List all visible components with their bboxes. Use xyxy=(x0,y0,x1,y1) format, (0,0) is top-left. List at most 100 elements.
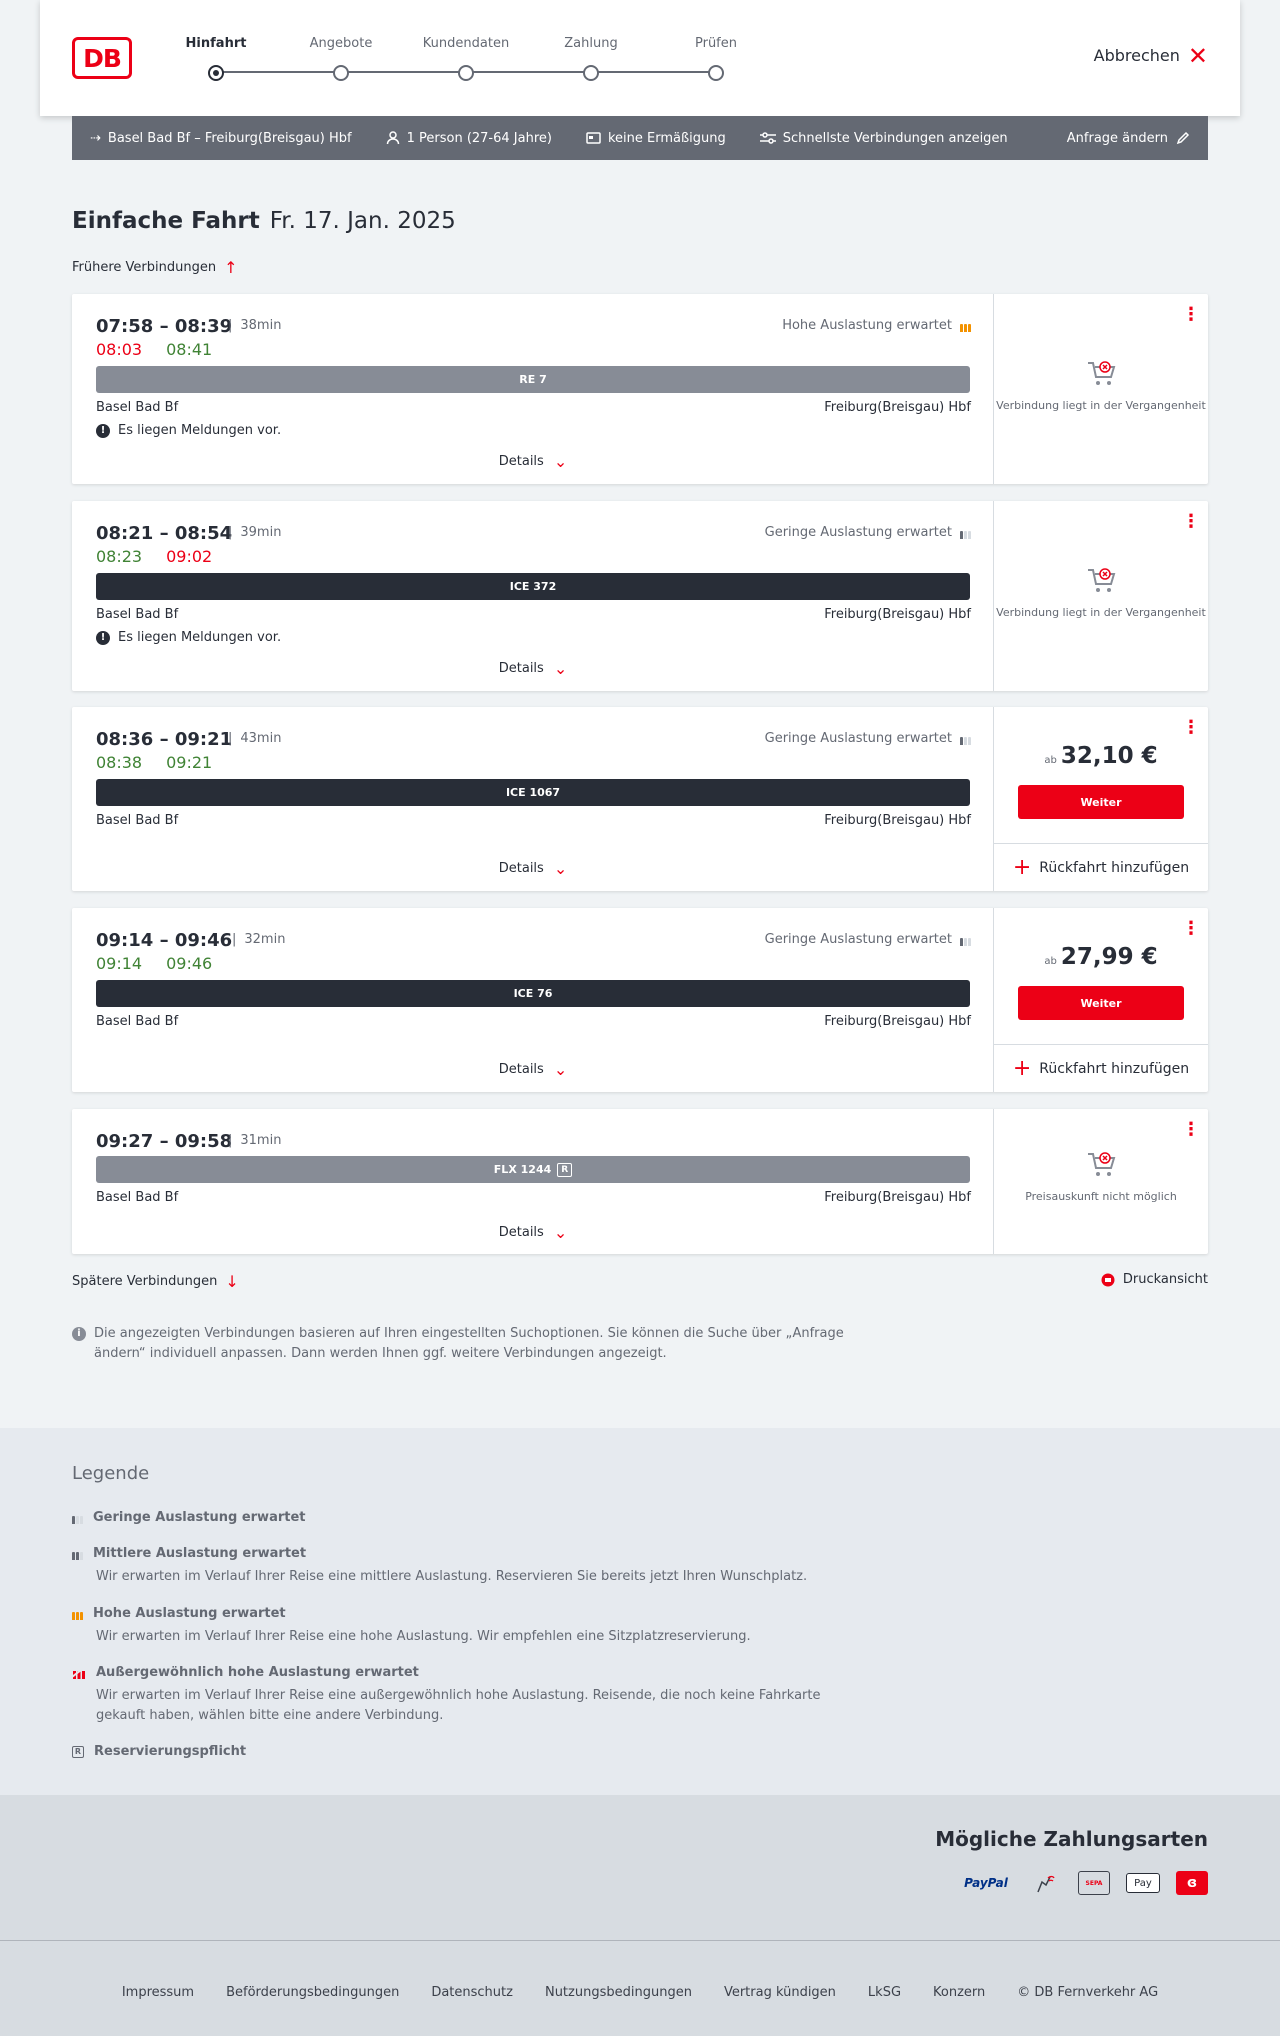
earlier-connections-link[interactable]: Frühere Verbindungen ↑ xyxy=(72,258,238,277)
step-angebote: Angebote xyxy=(291,34,391,81)
details-toggle[interactable]: Details ⌄ xyxy=(72,859,994,878)
legend-item: Hohe Auslastung erwartet Wir erwarten im … xyxy=(72,1606,856,1647)
connection-card[interactable]: 09:14 – 09:46 | 32min 09:14 09:46 Geringe … xyxy=(72,908,1208,1092)
footer-link-konzern[interactable]: Konzern xyxy=(933,1985,985,2000)
step-hinfahrt: Hinfahrt xyxy=(166,34,266,81)
more-options-icon[interactable]: ⋮ xyxy=(1182,719,1200,737)
realtime: 09:14 09:46 xyxy=(96,954,212,973)
add-return-trip-button[interactable]: + Rückfahrt hinzufügen xyxy=(994,843,1208,891)
low-load-icon xyxy=(72,1512,83,1524)
db-logo[interactable]: DB xyxy=(72,37,132,79)
train-bar: ICE 372 xyxy=(96,573,970,600)
exceptional-load-icon xyxy=(72,1666,86,1679)
chevron-down-icon: ⌄ xyxy=(553,1223,568,1242)
route-text: Basel Bad Bf – Freiburg(Breisgau) Hbf xyxy=(107,130,352,146)
continue-button[interactable]: Weiter xyxy=(1018,986,1184,1020)
realtime: 08:38 09:21 xyxy=(96,753,212,772)
legend-item-desc: Wir erwarten im Verlauf Ihrer Reise eine… xyxy=(96,1629,751,1644)
footer-link-lksg[interactable]: LkSG xyxy=(868,1985,901,2000)
edit-request-button[interactable]: Anfrage ändern xyxy=(1067,131,1190,146)
footer-link-impressum[interactable]: Impressum xyxy=(122,1985,194,2000)
details-toggle[interactable]: Details ⌄ xyxy=(72,1060,994,1079)
duration: | 38min xyxy=(228,318,281,333)
chevron-down-icon: ⌄ xyxy=(553,859,568,878)
details-label: Details xyxy=(498,861,544,876)
price: ab 32,10 € xyxy=(994,743,1208,769)
legend-item-desc: Wir erwarten im Verlauf Ihrer Reise eine… xyxy=(96,1569,808,1584)
connection-card[interactable]: 07:58 – 08:39 | 38min 08:03 08:41 Hohe Aus… xyxy=(72,294,1208,484)
duration: | 43min xyxy=(228,731,281,746)
search-summary-bar: ⇢ Basel Bad Bf – Freiburg(Breisgau) Hbf 1… xyxy=(72,116,1208,160)
exclamation-icon: ! xyxy=(96,630,110,645)
low-load-icon xyxy=(960,733,971,745)
progress-steps: Hinfahrt Angebote Kundendaten Zahlung Pr… xyxy=(178,34,737,94)
low-load-icon xyxy=(960,934,971,946)
connection-time: 08:21 – 08:54 xyxy=(96,523,233,544)
price-prefix: ab xyxy=(1044,956,1057,967)
cancel-button[interactable]: Abbrechen ✕ xyxy=(1093,44,1208,68)
footer-link-befoerderungsbedingungen[interactable]: Beförderungsbedingungen xyxy=(226,1985,399,2000)
bahncard-icon xyxy=(586,132,601,144)
more-options-icon[interactable]: ⋮ xyxy=(1182,306,1200,324)
arrival-station: Freiburg(Breisgau) Hbf xyxy=(824,1014,971,1029)
price-prefix: ab xyxy=(1044,755,1057,766)
message-notice: ! Es liegen Meldungen vor. xyxy=(96,423,281,438)
price: ab 27,99 € xyxy=(994,944,1208,970)
train-name: RE 7 xyxy=(519,373,547,386)
legend-item: Geringe Auslastung erwartet xyxy=(72,1510,306,1525)
legend-item-title: Reservierungspflicht xyxy=(94,1744,247,1759)
connection-card[interactable]: 08:21 – 08:54 | 39min 08:23 09:02 Geringe … xyxy=(72,501,1208,691)
train-bar: FLX 1244 R xyxy=(96,1156,970,1183)
separator: | xyxy=(228,1133,233,1148)
step-dot xyxy=(208,65,224,81)
continue-button[interactable]: Weiter xyxy=(1018,785,1184,819)
print-view-link[interactable]: Druckansicht xyxy=(1101,1272,1208,1287)
person-icon xyxy=(386,131,399,145)
past-text: Verbindung liegt in der Vergangenheit xyxy=(996,606,1206,619)
step-label: Hinfahrt xyxy=(185,36,247,51)
footer-link-datenschutz[interactable]: Datenschutz xyxy=(431,1985,513,2000)
chevron-down-icon: ⌄ xyxy=(553,1060,568,1079)
step-label: Zahlung xyxy=(564,36,618,51)
route-summary: ⇢ Basel Bad Bf – Freiburg(Breisgau) Hbf xyxy=(90,131,352,146)
train-bar: RE 7 xyxy=(96,366,970,393)
footer-link-vertrag-kuendigen[interactable]: Vertrag kündigen xyxy=(724,1985,836,2000)
departure-station: Basel Bad Bf xyxy=(96,400,179,415)
payment-title: Mögliche Zahlungsarten xyxy=(935,1827,1208,1851)
duration: | 31min xyxy=(228,1133,281,1148)
cancel-label: Abbrechen xyxy=(1093,46,1180,65)
arrow-down-icon: ↓ xyxy=(225,1272,239,1291)
departure-station: Basel Bad Bf xyxy=(96,607,179,622)
more-options-icon[interactable]: ⋮ xyxy=(1182,513,1200,531)
sepa-icon: SEPA xyxy=(1078,1871,1110,1895)
details-label: Details xyxy=(498,1062,544,1077)
connection-main: 07:58 – 08:39 | 38min 08:03 08:41 Hohe Aus… xyxy=(72,294,994,484)
details-toggle[interactable]: Details ⌄ xyxy=(72,452,994,471)
reservation-required-icon: R xyxy=(557,1162,573,1177)
add-return-trip-button[interactable]: + Rückfahrt hinzufügen xyxy=(994,1044,1208,1092)
fastest-toggle[interactable]: Schnellste Verbindungen anzeigen xyxy=(759,131,1008,146)
legend-item: R Reservierungspflicht xyxy=(72,1744,246,1759)
more-options-icon[interactable]: ⋮ xyxy=(1182,1121,1200,1139)
details-toggle[interactable]: Details ⌄ xyxy=(72,1223,994,1242)
step-dot xyxy=(583,65,599,81)
arrival-station: Freiburg(Breisgau) Hbf xyxy=(824,607,971,622)
trip-type: Einfache Fahrt xyxy=(72,208,260,234)
high-load-icon xyxy=(960,320,971,332)
step-label: Angebote xyxy=(309,36,373,51)
details-toggle[interactable]: Details ⌄ xyxy=(72,659,994,678)
later-connections-link[interactable]: Spätere Verbindungen ↓ xyxy=(72,1272,239,1291)
connection-card[interactable]: 08:36 – 09:21 | 43min 08:38 09:21 Geringe … xyxy=(72,707,1208,891)
load-indicator: Geringe Auslastung erwartet xyxy=(765,932,971,947)
connection-card[interactable]: 09:27 – 09:58 | 31min FLX 1244 R Basel Bad… xyxy=(72,1109,1208,1254)
train-bar: ICE 1067 xyxy=(96,779,970,806)
arrow-up-icon: ↑ xyxy=(224,258,238,277)
load-text: Geringe Auslastung erwartet xyxy=(764,731,952,746)
separator: | xyxy=(228,731,233,746)
discount-summary: keine Ermäßigung xyxy=(586,131,726,146)
realtime-arrival: 09:21 xyxy=(166,753,213,772)
more-options-icon[interactable]: ⋮ xyxy=(1182,920,1200,938)
chevron-down-icon: ⌄ xyxy=(553,659,568,678)
exclamation-icon: ! xyxy=(96,423,110,438)
footer-link-nutzungsbedingungen[interactable]: Nutzungsbedingungen xyxy=(545,1985,692,2000)
